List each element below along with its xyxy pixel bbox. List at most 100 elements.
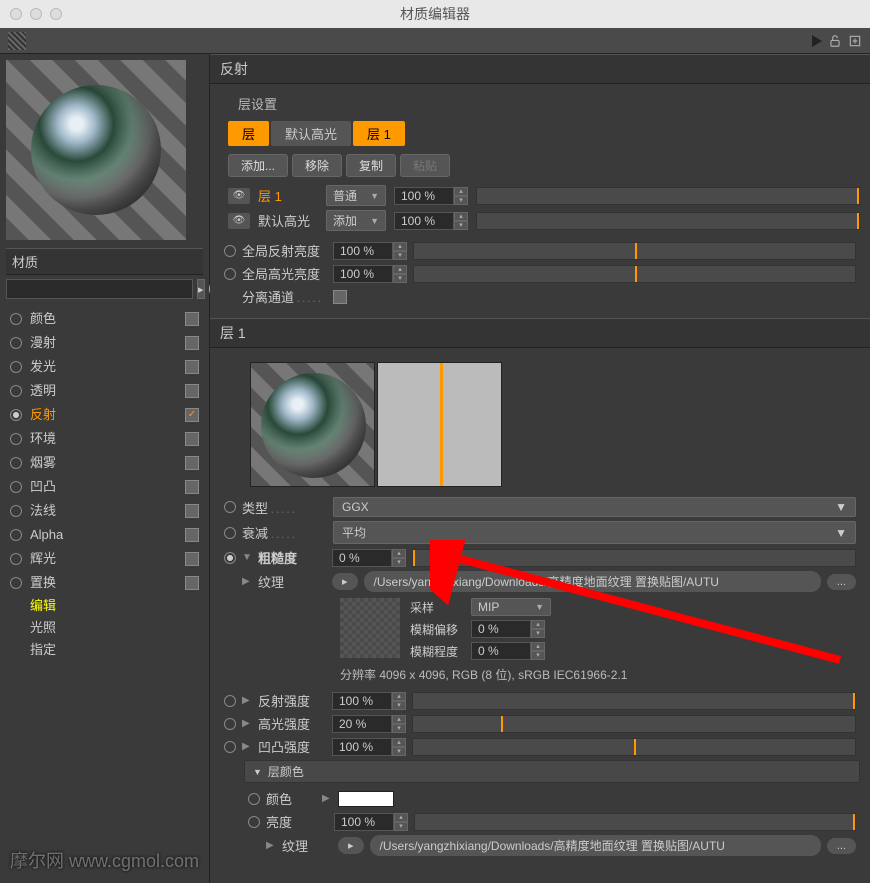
radio[interactable]	[248, 816, 260, 828]
roughness-field[interactable]: 0 %	[332, 549, 392, 567]
spinner[interactable]: ▴▾	[454, 187, 468, 205]
layer1-opacity-field[interactable]: 100 %	[394, 187, 454, 205]
channel-glow[interactable]: 辉光	[6, 547, 203, 571]
default-mode-dropdown[interactable]: 添加▼	[326, 210, 386, 231]
channel-color[interactable]: 颜色	[6, 307, 203, 331]
texture-grid-icon[interactable]	[8, 32, 26, 50]
radio[interactable]	[248, 793, 260, 805]
reflection-strength-slider[interactable]	[412, 692, 856, 710]
default-opacity-field[interactable]: 100 %	[394, 212, 454, 230]
expand-arrow-icon[interactable]: ▶	[242, 695, 252, 706]
default-opacity-slider[interactable]	[476, 212, 860, 230]
brightness-field[interactable]: 100 %	[334, 813, 394, 831]
material-name-input[interactable]	[6, 279, 193, 299]
radio[interactable]	[224, 501, 236, 513]
layer1-preview-specular[interactable]	[377, 362, 502, 487]
expand-arrow-icon[interactable]: ▶	[322, 793, 332, 804]
spinner[interactable]: ▴▾	[392, 549, 406, 567]
channel-luminance[interactable]: 发光	[6, 355, 203, 379]
radio[interactable]	[224, 741, 236, 753]
texture-thumbnail[interactable]	[340, 598, 400, 658]
lock-icon[interactable]	[828, 34, 842, 48]
texture-more-btn[interactable]: ...	[827, 574, 856, 590]
texture-menu-btn[interactable]: ▸	[332, 573, 358, 590]
channel-fog[interactable]: 烟雾	[6, 451, 203, 475]
tab-layer[interactable]: 层	[228, 121, 269, 146]
spinner[interactable]: ▴▾	[394, 813, 408, 831]
attenuation-dropdown[interactable]: 平均▼	[333, 521, 856, 544]
bump-strength-slider[interactable]	[412, 738, 856, 756]
specular-strength-field[interactable]: 20 %	[332, 715, 392, 733]
minimize-window-btn[interactable]	[30, 8, 42, 20]
blur-scale-field[interactable]: 0 %	[471, 642, 531, 660]
add-button[interactable]: 添加...	[228, 154, 288, 177]
global-specular-slider[interactable]	[413, 265, 856, 283]
radio[interactable]	[224, 695, 236, 707]
channel-transparency[interactable]: 透明	[6, 379, 203, 403]
remove-button[interactable]: 移除	[292, 154, 342, 177]
paste-button[interactable]: 粘贴	[400, 154, 450, 177]
radio[interactable]	[224, 268, 236, 280]
expand-arrow-icon[interactable]: ▶	[242, 576, 252, 587]
channel-environment[interactable]: 环境	[6, 427, 203, 451]
texture-path[interactable]: /Users/yangzhixiang/Downloads/高精度地面纹理 置换…	[364, 571, 821, 592]
global-reflection-field[interactable]: 100 %	[333, 242, 393, 260]
blur-offset-field[interactable]: 0 %	[471, 620, 531, 638]
sub-illumination[interactable]: 光照	[6, 617, 203, 639]
layer-row-default[interactable]: 👁 默认高光 添加▼ 100 %▴▾	[228, 210, 860, 231]
channel-reflection[interactable]: 反射✓	[6, 403, 203, 427]
expand-btn[interactable]: ▸	[197, 279, 205, 299]
channel-diffuse[interactable]: 漫射	[6, 331, 203, 355]
close-window-btn[interactable]	[10, 8, 22, 20]
radio[interactable]	[224, 527, 236, 539]
cursor-icon[interactable]	[812, 35, 822, 47]
global-reflection-slider[interactable]	[413, 242, 856, 260]
layer-row-1[interactable]: 👁 层 1 普通▼ 100 %▴▾	[228, 185, 860, 206]
new-material-icon[interactable]	[848, 34, 862, 48]
spinner[interactable]: ▴▾	[392, 738, 406, 756]
global-specular-field[interactable]: 100 %	[333, 265, 393, 283]
texture-more-btn[interactable]: ...	[827, 838, 856, 854]
roughness-slider[interactable]	[412, 549, 856, 567]
layer-color-texture-path[interactable]: /Users/yangzhixiang/Downloads/高精度地面纹理 置换…	[370, 835, 821, 856]
spinner[interactable]: ▴▾	[531, 620, 545, 638]
sampling-dropdown[interactable]: MIP▼	[471, 598, 551, 616]
layer1-opacity-slider[interactable]	[476, 187, 860, 205]
sub-assign[interactable]: 指定	[6, 639, 203, 661]
reflection-strength-field[interactable]: 100 %	[332, 692, 392, 710]
spinner[interactable]: ▴▾	[392, 692, 406, 710]
layer1-preview-sphere[interactable]	[250, 362, 375, 487]
brightness-slider[interactable]	[414, 813, 856, 831]
eye-icon[interactable]: 👁	[228, 188, 250, 204]
layer1-mode-dropdown[interactable]: 普通▼	[326, 185, 386, 206]
eye-icon[interactable]: 👁	[228, 213, 250, 229]
expand-arrow-icon[interactable]: ▶	[242, 718, 252, 729]
spinner[interactable]: ▴▾	[454, 212, 468, 230]
tab-layer1[interactable]: 层 1	[353, 121, 405, 146]
spinner[interactable]: ▴▾	[393, 265, 407, 283]
expand-arrow-icon[interactable]: ▶	[266, 840, 276, 851]
channel-alpha[interactable]: Alpha	[6, 523, 203, 547]
radio[interactable]	[224, 718, 236, 730]
color-swatch[interactable]	[338, 791, 394, 807]
separate-channel-check[interactable]	[333, 290, 347, 304]
channel-normal[interactable]: 法线	[6, 499, 203, 523]
spinner[interactable]: ▴▾	[393, 242, 407, 260]
expand-arrow-icon[interactable]: ▶	[242, 741, 252, 752]
material-preview[interactable]	[6, 60, 186, 240]
tab-default-specular[interactable]: 默认高光	[271, 121, 351, 146]
copy-button[interactable]: 复制	[346, 154, 396, 177]
expand-arrow-icon[interactable]: ▼	[242, 552, 252, 563]
radio[interactable]	[224, 245, 236, 257]
radio[interactable]	[224, 552, 236, 564]
channel-displacement[interactable]: 置换	[6, 571, 203, 595]
channel-bump[interactable]: 凹凸	[6, 475, 203, 499]
spinner[interactable]: ▴▾	[392, 715, 406, 733]
zoom-window-btn[interactable]	[50, 8, 62, 20]
texture-menu-btn[interactable]: ▸	[338, 837, 364, 854]
layer-color-header[interactable]: ▼层颜色	[244, 760, 860, 783]
type-dropdown[interactable]: GGX▼	[333, 497, 856, 517]
sub-edit[interactable]: 编辑	[6, 595, 203, 617]
spinner[interactable]: ▴▾	[531, 642, 545, 660]
specular-strength-slider[interactable]	[412, 715, 856, 733]
